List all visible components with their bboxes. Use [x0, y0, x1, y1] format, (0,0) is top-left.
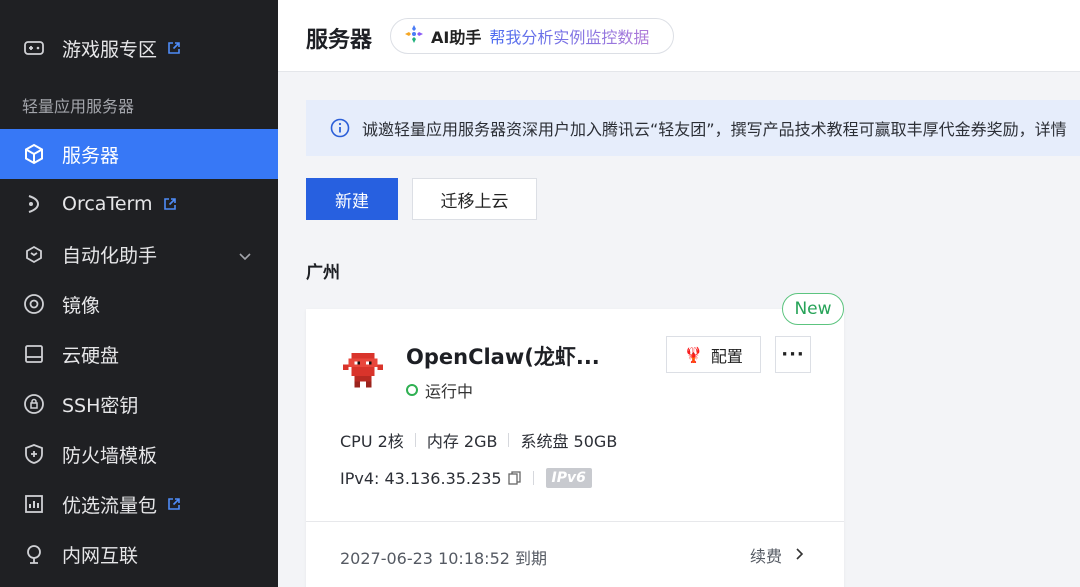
external-link-icon [163, 197, 177, 211]
card-divider [306, 521, 844, 522]
sidebar-item-game-server[interactable]: 游戏服专区 [0, 23, 278, 73]
region-heading: 广州 [306, 263, 340, 283]
sidebar-item-label: 内网互联 [62, 544, 139, 567]
sidebar-section-label: 轻量应用服务器 [22, 97, 135, 116]
external-link-icon [167, 497, 181, 511]
renew-label: 续费 [750, 547, 783, 566]
divider [414, 433, 416, 447]
chevron-right-icon [794, 546, 804, 565]
copy-icon[interactable] [507, 471, 521, 485]
memory-spec: 内存 2GB [426, 432, 498, 451]
ai-assistant-name: AI助手 [431, 28, 482, 47]
lobster-avatar-icon [340, 347, 386, 393]
ipv4-address: IPv4: 43.136.35.235 [340, 468, 502, 488]
automation-icon [22, 242, 46, 266]
ai-assistant-button[interactable]: AI助手 帮我分析实例监控数据 [390, 18, 674, 54]
expire-date: 2027-06-23 10:18:52 到期 [340, 549, 548, 568]
ipv6-badge: IPv6 [545, 468, 592, 488]
terminal-icon [22, 192, 46, 216]
sidebar-item-label: 云硬盘 [62, 344, 120, 367]
notice-banner: 诚邀轻量应用服务器资深用户加入腾讯云“轻友团”，撰写产品技术教程可赢取丰厚代金券… [306, 100, 1080, 156]
gamepad-icon [22, 36, 46, 60]
ip-row: IPv4: 43.136.35.235 IPv6 [340, 468, 592, 488]
external-link-icon [167, 41, 181, 55]
sidebar-item-traffic-package[interactable]: 优选流量包 [0, 479, 278, 529]
sidebar-item-label: 防火墙模板 [62, 444, 158, 467]
chevron-down-icon [238, 246, 252, 268]
sidebar-item-label: 游戏服专区 [62, 38, 158, 61]
sidebar-item-orcaterm[interactable]: OrcaTerm [0, 179, 278, 229]
instance-status: 运行中 [406, 378, 473, 402]
status-dot-icon [406, 384, 418, 396]
sidebar-item-label: 自动化助手 [62, 244, 158, 267]
ai-sparkle-icon [403, 23, 425, 49]
page-title: 服务器 [306, 28, 373, 53]
instance-card[interactable]: OpenClaw(龙虾... 运行中 🦞 配置 ··· CPU 2核 内存 2G… [306, 309, 844, 587]
divider [508, 433, 510, 447]
sidebar-item-cloud-disk[interactable]: 云硬盘 [0, 329, 278, 379]
network-icon [22, 542, 46, 566]
disk-spec: 系统盘 50GB [520, 432, 618, 451]
sidebar-item-label: 优选流量包 [62, 494, 158, 517]
migrate-button[interactable]: 迁移上云 [412, 178, 537, 220]
more-actions-button[interactable]: ··· [775, 336, 811, 373]
sidebar-item-firewall-template[interactable]: 防火墙模板 [0, 429, 278, 479]
lobster-icon: 🦞 [684, 345, 703, 364]
notice-text: 诚邀轻量应用服务器资深用户加入腾讯云“轻友团”，撰写产品技术教程可赢取丰厚代金券… [362, 120, 1067, 139]
config-label: 配置 [710, 346, 743, 366]
cube-icon [22, 142, 46, 166]
cpu-spec: CPU 2核 [340, 432, 404, 451]
ai-assistant-hint: 帮我分析实例监控数据 [489, 24, 649, 48]
sidebar-item-automation[interactable]: 自动化助手 [0, 229, 278, 279]
key-icon [22, 392, 46, 416]
renew-link[interactable]: 续费 [750, 543, 804, 567]
sidebar-item-label: 服务器 [62, 144, 120, 167]
traffic-icon [22, 492, 46, 516]
sidebar-item-ssh-keys[interactable]: SSH密钥 [0, 379, 278, 429]
sidebar-item-images[interactable]: 镜像 [0, 279, 278, 329]
new-badge: New [782, 293, 844, 325]
sidebar-item-label: 镜像 [62, 294, 101, 317]
sidebar-item-label: SSH密钥 [62, 394, 139, 417]
instance-specs: CPU 2核 内存 2GB 系统盘 50GB [340, 428, 617, 452]
page-header: 服务器 AI助手 帮我分析实例监控数据 [278, 0, 1080, 72]
config-button[interactable]: 🦞 配置 [666, 336, 761, 373]
shield-icon [22, 442, 46, 466]
sidebar: 游戏服专区 轻量应用服务器 服务器 OrcaTerm 自动化助手 镜像 云硬盘 … [0, 0, 278, 587]
image-disc-icon [22, 292, 46, 316]
divider [532, 471, 534, 485]
sidebar-item-label: OrcaTerm [62, 193, 153, 215]
instance-name[interactable]: OpenClaw(龙虾... [406, 341, 600, 371]
create-button[interactable]: 新建 [306, 178, 398, 220]
main-content: 服务器 AI助手 帮我分析实例监控数据 诚邀轻量应用服务器资深用户加入腾讯云“轻… [278, 0, 1080, 587]
info-icon [330, 118, 350, 138]
sidebar-item-private-network[interactable]: 内网互联 [0, 529, 278, 579]
sidebar-item-server[interactable]: 服务器 [0, 129, 278, 179]
disk-icon [22, 342, 46, 366]
status-text: 运行中 [425, 382, 474, 401]
